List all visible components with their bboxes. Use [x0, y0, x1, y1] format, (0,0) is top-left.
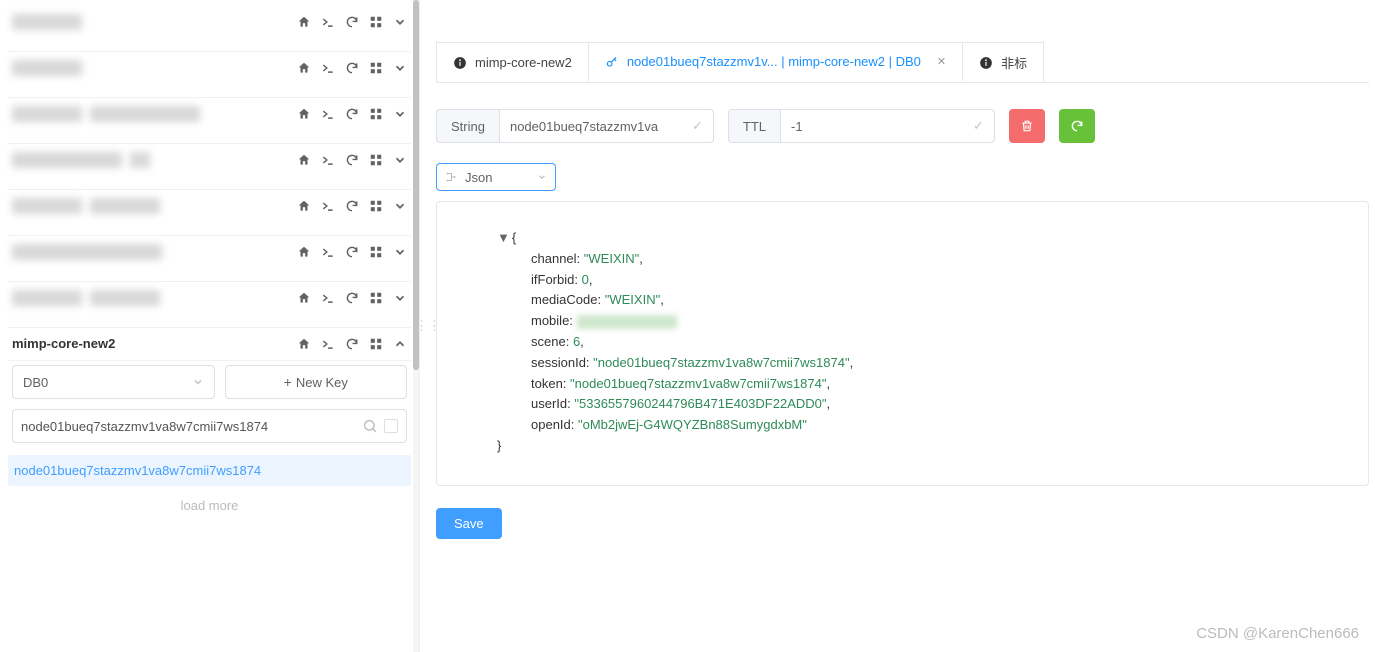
connection-row[interactable] — [0, 98, 419, 144]
check-icon: ✓ — [973, 118, 984, 134]
save-button[interactable]: Save — [436, 508, 502, 539]
terminal-icon[interactable] — [321, 199, 335, 213]
key-item[interactable]: node01bueq7stazzmv1va8w7cmii7ws1874 — [8, 455, 411, 486]
check-icon: ✓ — [692, 118, 703, 134]
refresh-icon[interactable] — [345, 245, 359, 259]
tab-label: node01bueq7stazzmv1v... | mimp-core-new2… — [627, 54, 921, 69]
home-icon[interactable] — [297, 337, 311, 351]
type-label: String — [436, 109, 500, 143]
connection-row-active[interactable]: mimp-core-new2 — [0, 328, 419, 361]
scrollbar-thumb[interactable] — [413, 0, 419, 370]
home-icon[interactable] — [297, 245, 311, 259]
refresh-icon[interactable] — [345, 61, 359, 75]
search-icon[interactable] — [362, 418, 378, 434]
scrollbar-track[interactable] — [413, 0, 419, 652]
db-selector-value: DB0 — [23, 375, 48, 390]
grid-icon[interactable] — [369, 61, 383, 75]
ttl-input[interactable] — [791, 119, 967, 134]
connection-row[interactable] — [0, 282, 419, 328]
chevron-down-icon[interactable] — [393, 61, 407, 75]
home-icon[interactable] — [297, 291, 311, 305]
key-icon — [605, 55, 619, 69]
refresh-icon[interactable] — [345, 291, 359, 305]
connection-list: mimp-core-new2 — [0, 6, 419, 361]
chevron-down-icon[interactable] — [393, 107, 407, 121]
chevron-down-icon[interactable] — [393, 15, 407, 29]
connection-row[interactable] — [0, 236, 419, 282]
chevron-down-icon — [192, 376, 204, 388]
tab-connection[interactable]: mimp-core-new2 — [436, 42, 589, 82]
terminal-icon[interactable] — [321, 61, 335, 75]
info-icon — [453, 56, 467, 70]
chevron-down-icon[interactable] — [393, 291, 407, 305]
refresh-icon[interactable] — [345, 15, 359, 29]
home-icon[interactable] — [297, 61, 311, 75]
delete-button[interactable] — [1009, 109, 1045, 143]
key-form: String ✓ TTL ✓ — [436, 109, 1369, 143]
chevron-up-icon[interactable] — [393, 337, 407, 351]
value-editor[interactable]: ▼{ channel: "WEIXIN", ifForbid: 0, media… — [436, 201, 1369, 486]
grid-icon[interactable] — [369, 15, 383, 29]
trash-icon — [1020, 119, 1034, 133]
tab-label: 非标 — [1001, 53, 1027, 72]
tab-other[interactable]: 非标 — [962, 42, 1044, 82]
refresh-icon[interactable] — [345, 199, 359, 213]
home-icon[interactable] — [297, 15, 311, 29]
tab-key[interactable]: node01bueq7stazzmv1v... | mimp-core-new2… — [588, 42, 963, 82]
refresh-icon[interactable] — [345, 337, 359, 351]
format-label: Json — [465, 170, 492, 185]
refresh-icon[interactable] — [345, 153, 359, 167]
format-selector[interactable]: Json — [436, 163, 556, 191]
main-panel: mimp-core-new2 node01bueq7stazzmv1v... |… — [436, 0, 1375, 652]
connection-row[interactable] — [0, 6, 419, 52]
chevron-down-icon[interactable] — [393, 199, 407, 213]
new-key-button[interactable]: + New Key — [225, 365, 408, 399]
ttl-label: TTL — [728, 109, 781, 143]
home-icon[interactable] — [297, 199, 311, 213]
grid-icon[interactable] — [369, 199, 383, 213]
ttl-field[interactable]: ✓ — [781, 109, 995, 143]
terminal-icon[interactable] — [321, 245, 335, 259]
home-icon[interactable] — [297, 107, 311, 121]
new-key-label: New Key — [296, 375, 348, 390]
refresh-icon[interactable] — [345, 107, 359, 121]
grid-icon[interactable] — [369, 291, 383, 305]
key-search-input[interactable] — [21, 419, 356, 434]
tab-label: mimp-core-new2 — [475, 55, 572, 70]
sidebar: mimp-core-new2 DB0 + New Key — [0, 0, 420, 652]
redacted-value — [577, 315, 677, 329]
connection-row[interactable] — [0, 52, 419, 98]
key-name-field[interactable]: ✓ — [500, 109, 714, 143]
info-icon — [979, 56, 993, 70]
terminal-icon[interactable] — [321, 337, 335, 351]
load-more-button[interactable]: load more — [12, 486, 407, 525]
chevron-down-icon — [537, 170, 547, 185]
key-search — [12, 409, 407, 443]
chevron-down-icon[interactable] — [393, 153, 407, 167]
terminal-icon[interactable] — [321, 153, 335, 167]
chevron-down-icon[interactable] — [393, 245, 407, 259]
exact-match-checkbox[interactable] — [384, 419, 398, 433]
reload-button[interactable] — [1059, 109, 1095, 143]
terminal-icon[interactable] — [321, 291, 335, 305]
terminal-icon[interactable] — [321, 15, 335, 29]
key-name-input[interactable] — [510, 119, 686, 134]
connection-name: mimp-core-new2 — [12, 336, 115, 351]
tab-bar: mimp-core-new2 node01bueq7stazzmv1v... |… — [436, 42, 1369, 83]
connection-row[interactable] — [0, 190, 419, 236]
grid-icon[interactable] — [369, 245, 383, 259]
refresh-icon — [1070, 119, 1084, 133]
grid-icon[interactable] — [369, 153, 383, 167]
grid-icon[interactable] — [369, 337, 383, 351]
db-selector[interactable]: DB0 — [12, 365, 215, 399]
terminal-icon[interactable] — [321, 107, 335, 121]
connection-row[interactable] — [0, 144, 419, 190]
close-icon[interactable]: ✕ — [937, 55, 946, 68]
grid-icon[interactable] — [369, 107, 383, 121]
tree-icon — [445, 171, 457, 183]
splitter[interactable]: ⋮⋮ — [420, 0, 436, 652]
home-icon[interactable] — [297, 153, 311, 167]
